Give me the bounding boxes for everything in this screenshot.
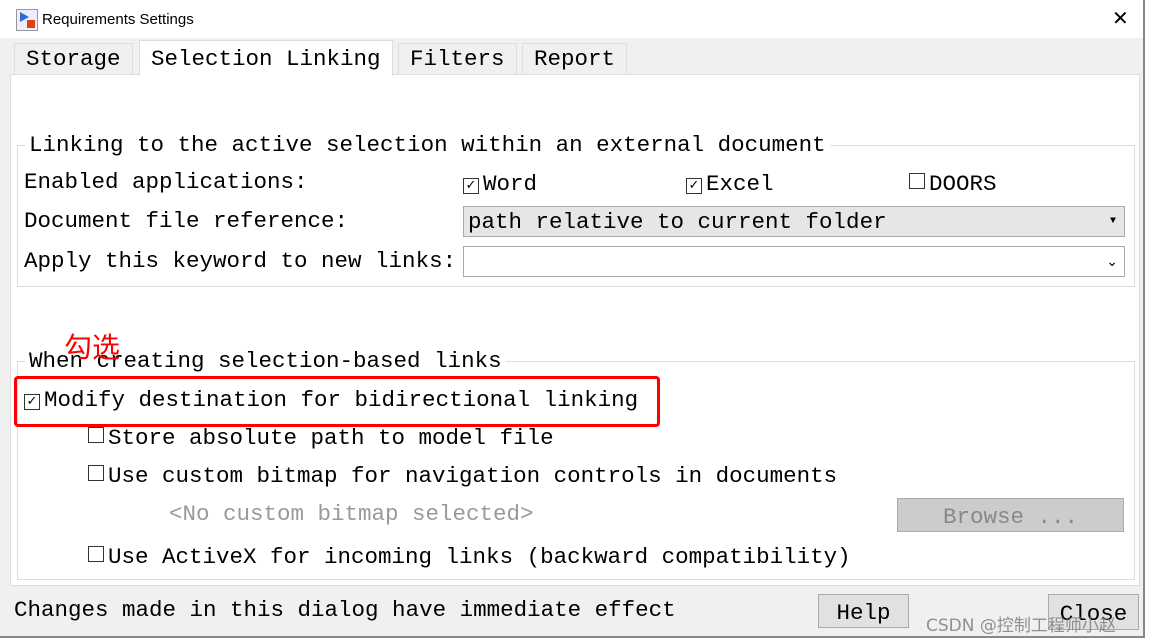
browse-button[interactable]: Browse ... — [897, 498, 1124, 532]
tab-selection-linking[interactable]: Selection Linking — [139, 40, 393, 76]
keyword-combobox[interactable]: ⌄ — [463, 246, 1125, 277]
checkbox-icon: ✓ — [686, 178, 702, 194]
dropdown-arrow-icon: ▼ — [1109, 216, 1116, 227]
tab-report[interactable]: Report — [522, 43, 628, 75]
store-absolute-path-checkbox[interactable]: Store absolute path to model file — [88, 427, 554, 450]
chevron-down-icon: ⌄ — [1106, 254, 1118, 270]
help-button[interactable]: Help — [818, 594, 909, 628]
linking-group-legend: Linking to the active selection within a… — [25, 134, 830, 157]
dialog-window: Requirements Settings ✕ Storage Selectio… — [0, 0, 1145, 638]
app-icon — [16, 9, 38, 31]
checkbox-icon — [909, 173, 925, 189]
word-checkbox[interactable]: ✓ Word — [463, 173, 537, 196]
annotation-text: 勾选 — [64, 331, 121, 364]
excel-checkbox[interactable]: ✓ Excel — [686, 173, 774, 196]
tab-filters[interactable]: Filters — [398, 43, 517, 75]
checkbox-icon: ✓ — [463, 178, 479, 194]
activex-checkbox[interactable]: Use ActiveX for incoming links (backward… — [88, 546, 851, 569]
document-file-reference-select[interactable]: path relative to current folder ▼ — [463, 206, 1125, 237]
window-title: Requirements Settings — [42, 11, 194, 28]
title-bar: Requirements Settings ✕ — [0, 0, 1143, 38]
document-file-reference-label: Document file reference: — [24, 208, 349, 234]
status-text: Changes made in this dialog have immedia… — [14, 597, 676, 623]
keyword-label: Apply this keyword to new links: — [24, 248, 457, 274]
close-icon[interactable]: ✕ — [1112, 6, 1129, 30]
tab-storage[interactable]: Storage — [14, 43, 133, 75]
checkbox-icon — [88, 546, 104, 562]
checkbox-icon — [88, 465, 104, 481]
custom-bitmap-checkbox[interactable]: Use custom bitmap for navigation control… — [88, 465, 837, 488]
checkbox-icon — [88, 427, 104, 443]
bitmap-placeholder: <No custom bitmap selected> — [169, 501, 534, 527]
annotation-highlight-box — [14, 376, 660, 427]
enabled-applications-label: Enabled applications: — [24, 169, 308, 195]
watermark: CSDN @控制工程师小赵 — [926, 616, 1116, 636]
doors-checkbox[interactable]: DOORS — [909, 173, 997, 196]
